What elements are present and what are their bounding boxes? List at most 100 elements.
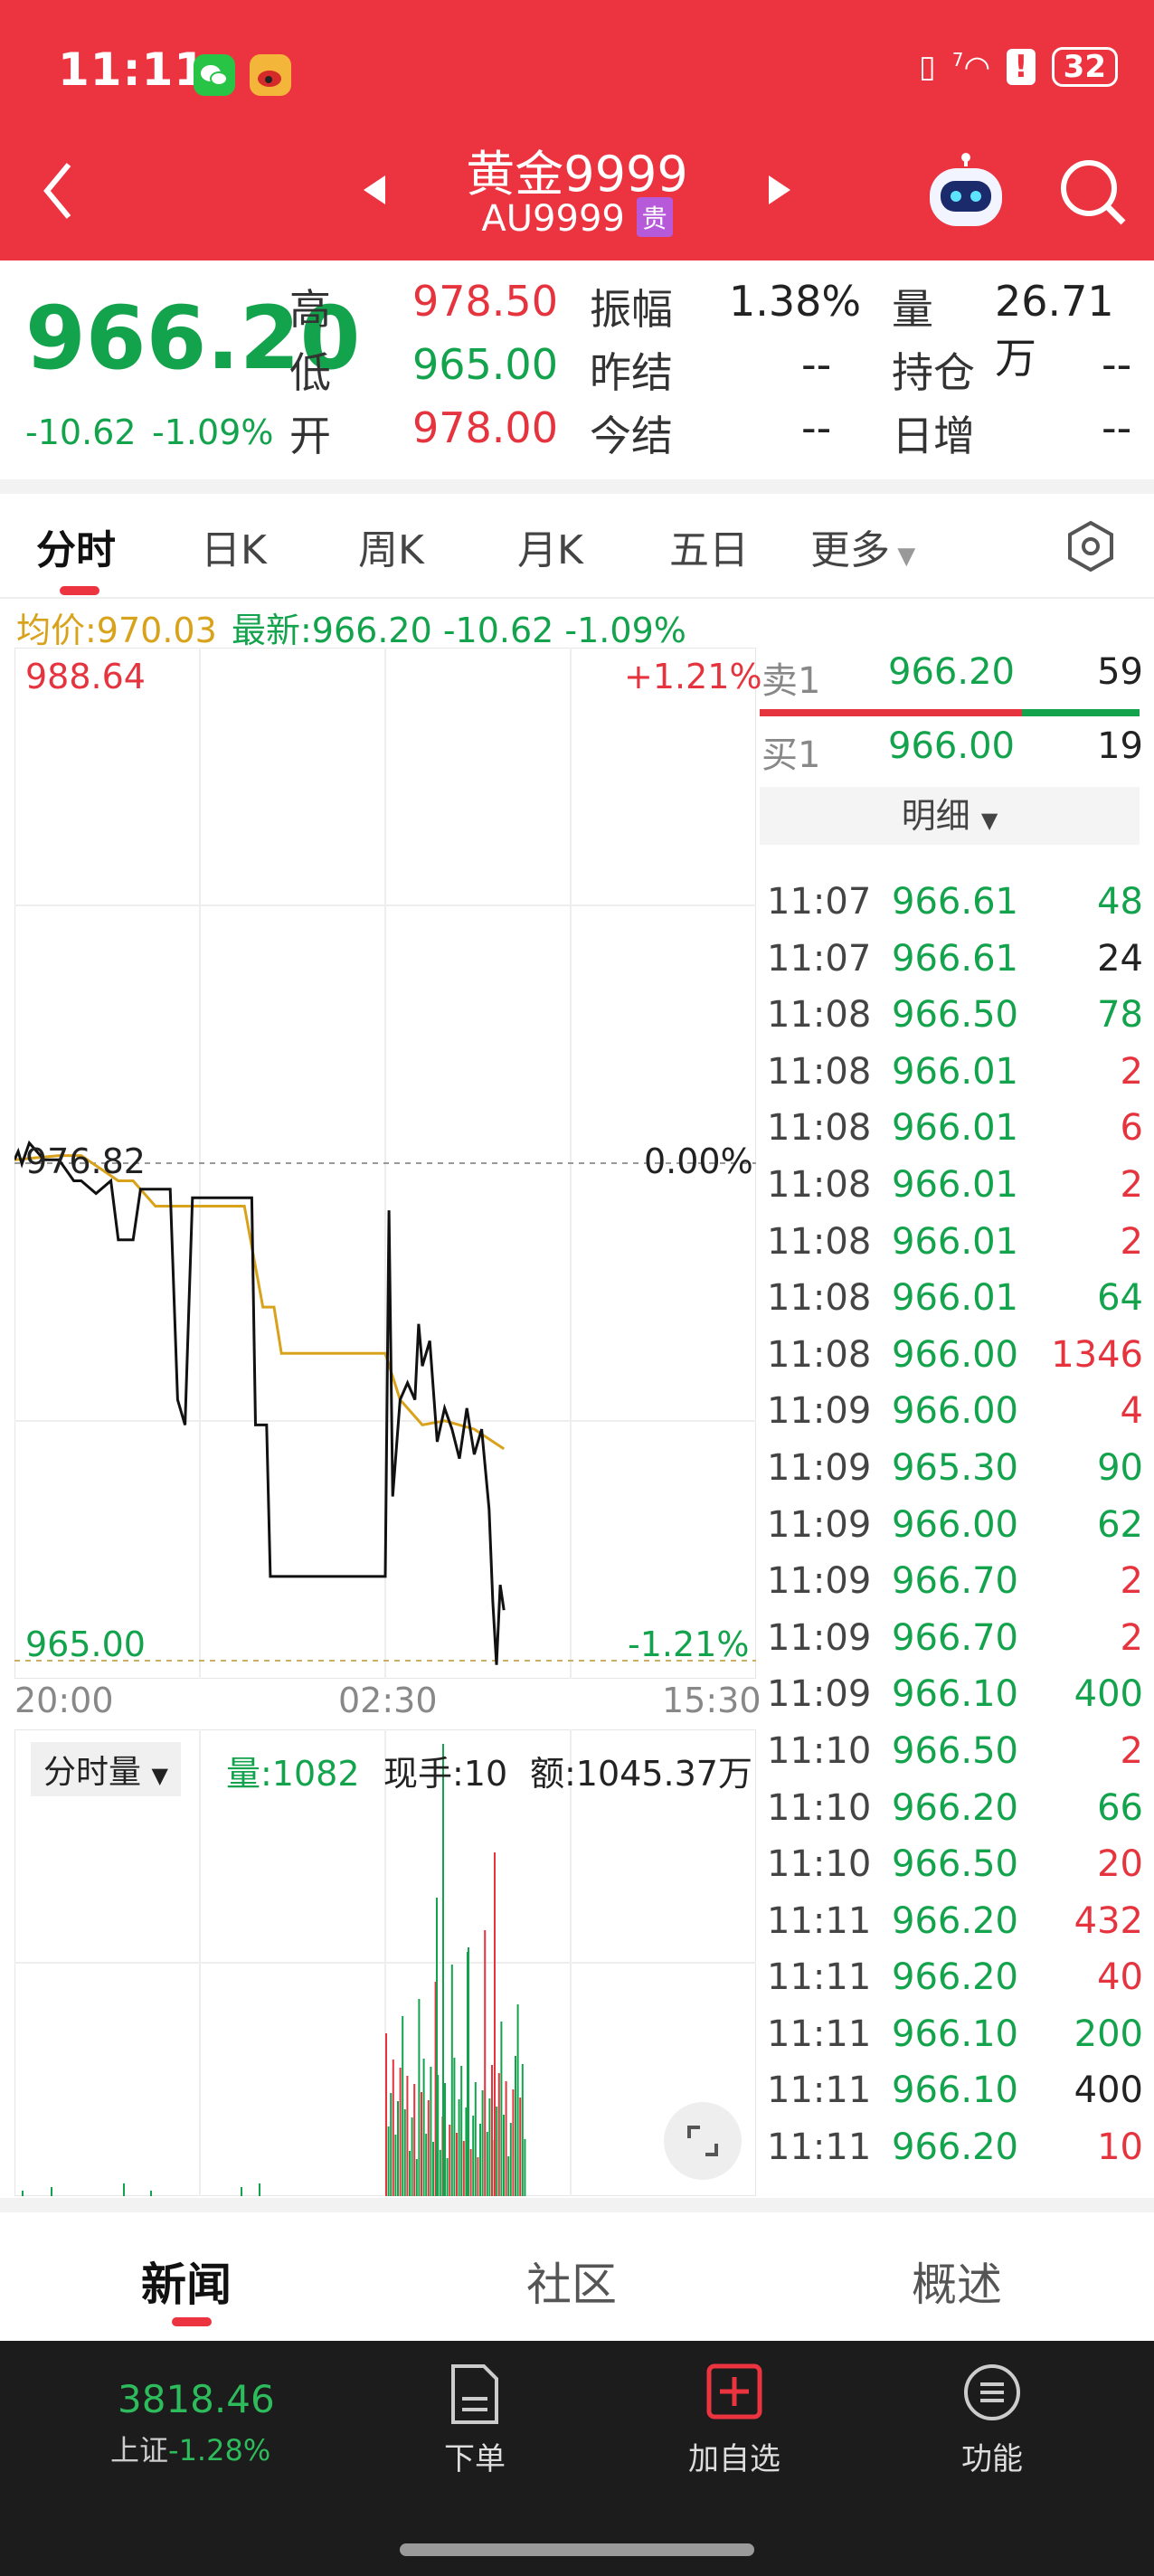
volume-bar: [150, 2191, 152, 2196]
trade-qty: 432: [1074, 1899, 1143, 1942]
pct-top-label: +1.21%: [624, 657, 762, 696]
volume-bar: [521, 2064, 524, 2196]
volume-bar: [406, 2076, 409, 2196]
volume-bar: [392, 2060, 394, 2196]
volume-bar: [123, 2183, 125, 2196]
volume-bar: [450, 1965, 453, 2196]
fullscreen-icon[interactable]: [664, 2102, 742, 2180]
trade-time: 11:10: [767, 1786, 872, 1829]
code-text: AU9999: [481, 198, 625, 240]
sell1-label: 卖1: [761, 660, 821, 702]
buy1-price: 966.00: [888, 725, 1015, 767]
menu-circle-icon: [964, 2364, 1020, 2420]
index-value[interactable]: 3818.46: [118, 2377, 275, 2421]
x-label-start: 20:00: [14, 1681, 114, 1720]
trade-time: 11:08: [767, 994, 872, 1037]
volume-bar: [413, 2084, 416, 2196]
trade-time: 11:10: [767, 1843, 872, 1886]
volume-bar: [477, 2157, 479, 2196]
y-top-label: 988.64: [25, 657, 146, 696]
tab-overview[interactable]: 概述: [912, 2249, 1002, 2314]
index-info[interactable]: 上证-1.28%: [110, 2428, 270, 2469]
volume-bar: [486, 2132, 488, 2196]
trade-row: 11:09 966.10 400: [756, 1666, 1154, 1723]
robot-assistant-icon[interactable]: [922, 152, 1009, 237]
trade-qty: 200: [1074, 2012, 1143, 2055]
current-hand: 现手:10: [383, 1754, 508, 1794]
trade-price: 966.50: [892, 1843, 1018, 1886]
tab-daily-k[interactable]: 日K: [201, 517, 267, 575]
volume-bar: [259, 2183, 260, 2196]
volume-type-dropdown[interactable]: 分时量 ▼: [31, 1742, 181, 1796]
trade-row: 11:08 966.01 2: [756, 1044, 1154, 1101]
volume-bar: [409, 2151, 411, 2196]
order-button[interactable]: 下单: [425, 2363, 525, 2478]
volume-bar: [394, 2135, 397, 2196]
volume-value: 量:1082: [226, 1754, 360, 1794]
tab-intraday[interactable]: 分时: [36, 517, 116, 575]
bid-ask-ratio-green: [1022, 709, 1140, 716]
trade-row: 11:07 966.61 24: [756, 931, 1154, 988]
trade-price: 966.50: [892, 1729, 1018, 1772]
tab-monthly-k[interactable]: 月K: [517, 517, 583, 575]
volume-bar: [460, 2066, 463, 2196]
tab-more-label: 更多: [810, 527, 890, 573]
status-icons: ▯ 7◠ ! 32: [919, 47, 1118, 87]
y-mid-label: 976.82: [25, 1141, 146, 1181]
trade-time: 11:07: [767, 881, 872, 923]
trade-price: 966.20: [892, 1956, 1018, 1999]
volume-bar: [402, 2016, 404, 2196]
tab-active-indicator: [60, 586, 99, 595]
trade-row: 11:11 966.10 400: [756, 2062, 1154, 2119]
tab-news[interactable]: 新闻: [141, 2249, 232, 2314]
tab-five-day[interactable]: 五日: [669, 517, 749, 575]
detail-toggle[interactable]: 明细 ▼: [760, 787, 1140, 845]
trade-qty: 64: [1097, 1277, 1143, 1320]
function-button[interactable]: 功能: [942, 2363, 1042, 2478]
home-indicator[interactable]: [400, 2543, 754, 2556]
volume-bar: [411, 2117, 413, 2196]
tab-community[interactable]: 社区: [526, 2249, 617, 2314]
trade-price: 966.01: [892, 1277, 1018, 1320]
trade-qty: 78: [1097, 994, 1143, 1037]
header-bar: 11:11 ▯ 7◠ ! 32 黄金9999 AU9999 贵: [0, 0, 1154, 260]
search-icon[interactable]: [1056, 156, 1129, 232]
pct-mid-label: 0.00%: [644, 1141, 753, 1181]
volume-bar: [387, 2126, 390, 2196]
trade-row: 11:08 966.01 6: [756, 1100, 1154, 1157]
buy1-label: 买1: [761, 734, 821, 776]
trade-price: 966.01: [892, 1163, 1018, 1206]
trade-row: 11:09 966.00 4: [756, 1383, 1154, 1440]
avg-price-line: [14, 1154, 506, 1451]
tab-weekly-k[interactable]: 周K: [358, 517, 424, 575]
volume-type-label: 分时量: [43, 1754, 142, 1791]
sell1-price: 966.20: [888, 651, 1015, 693]
value-high: 978.50: [412, 277, 558, 326]
trade-time: 11:08: [767, 1333, 872, 1376]
trade-time: 11:08: [767, 1163, 872, 1206]
tab-more[interactable]: 更多 ▼: [810, 517, 915, 575]
add-watchlist-button[interactable]: 加自选: [680, 2363, 789, 2478]
trade-ticks-list[interactable]: 11:07 966.61 48 11:07 966.61 24 11:08 966.50 78 1…: [756, 874, 1154, 2176]
alert-icon: !: [1007, 49, 1036, 85]
volume-bar: [399, 2068, 402, 2196]
trade-price: 966.00: [892, 1390, 1018, 1433]
settings-hexagon-icon[interactable]: [1064, 519, 1118, 577]
volume-bar: [418, 1999, 421, 2196]
value-daily-change: --: [1102, 403, 1132, 452]
trade-row: 11:08 966.01 2: [756, 1157, 1154, 1214]
volume-bar: [484, 1930, 487, 2196]
volume-chart[interactable]: [14, 1729, 756, 2196]
volume-bar: [385, 2033, 387, 2196]
latest-price-label: 最新:966.20 -10.62 -1.09%: [232, 611, 686, 650]
volume-bar: [458, 2099, 460, 2196]
volume-bars: [22, 1744, 526, 2196]
volume-bar: [481, 2090, 484, 2196]
volume-bar: [507, 2156, 510, 2196]
trade-price: 966.01: [892, 1050, 1018, 1093]
trade-time: 11:08: [767, 1050, 872, 1093]
index-change: -1.28%: [168, 2433, 271, 2467]
pct-bottom-label: -1.21%: [628, 1624, 750, 1664]
volume-bar: [403, 2109, 406, 2196]
trade-row: 11:08 966.00 1346: [756, 1327, 1154, 1384]
